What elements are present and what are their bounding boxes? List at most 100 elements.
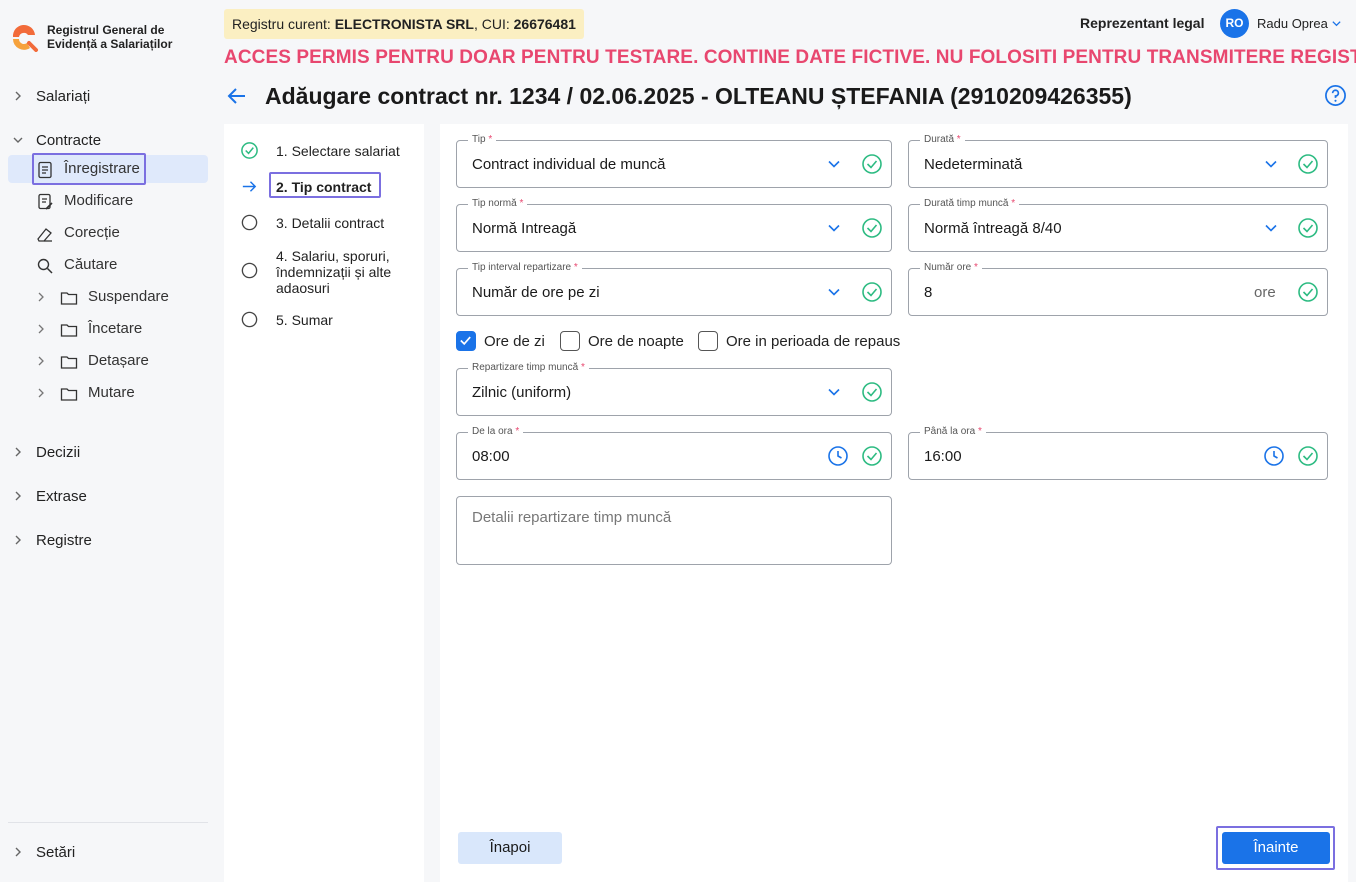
checkbox-label: Ore in perioada de repaus xyxy=(726,333,901,350)
nav-group-label: Extrase xyxy=(36,488,87,505)
clock-icon[interactable] xyxy=(1263,445,1285,467)
check-circle-icon xyxy=(862,218,882,238)
edit-document-icon xyxy=(38,193,53,210)
sidebar: Registrul General de Evidență a Salariaț… xyxy=(0,0,216,882)
user-role: Reprezentant legal xyxy=(1080,15,1205,31)
field-label: Tip normă * xyxy=(468,198,528,210)
durata-select[interactable]: Durată * Nedeterminată xyxy=(908,134,1328,188)
step-label: 2. Tip contract xyxy=(276,179,372,195)
field-value: Normă Intreagă xyxy=(472,220,577,237)
nav-group-label: Registre xyxy=(36,532,92,549)
field-label: Durată * xyxy=(920,134,965,146)
clock-icon[interactable] xyxy=(827,445,849,467)
nav-group-setari[interactable]: Setări xyxy=(0,838,216,868)
checkbox-label: Ore de zi xyxy=(484,333,545,350)
sidebar-item-label: Suspendare xyxy=(88,288,169,305)
sidebar-divider xyxy=(8,822,208,823)
empty-circle-icon xyxy=(241,262,258,279)
folder-icon xyxy=(60,292,78,305)
app-title-line2: Evidență a Salariaților xyxy=(47,37,173,51)
field-value: 8 xyxy=(924,284,933,301)
chevron-right-icon xyxy=(38,356,44,366)
app-title: Registrul General de Evidență a Salariaț… xyxy=(47,23,172,51)
app-logo[interactable]: Registrul General de Evidență a Salariaț… xyxy=(10,22,210,58)
checkbox-box[interactable] xyxy=(560,331,580,351)
nav-group-decizii[interactable]: Decizii xyxy=(0,438,216,468)
step-label: 5. Sumar xyxy=(276,312,333,328)
detalii-repartizare-textarea[interactable]: Detalii repartizare timp muncă xyxy=(456,496,892,565)
back-button[interactable]: Înapoi xyxy=(458,832,562,864)
chevron-down-icon[interactable] xyxy=(827,385,841,399)
field-value: 16:00 xyxy=(924,448,962,465)
page-title: Adăugare contract nr. 1234 / 02.06.2025 … xyxy=(265,83,1132,109)
logo-icon xyxy=(12,24,38,52)
sidebar-item-modificare[interactable]: Modificare xyxy=(8,187,208,215)
textarea-placeholder: Detalii repartizare timp muncă xyxy=(472,509,672,526)
field-label: Număr ore * xyxy=(920,262,982,274)
contract-form: Tip * Contract individual de muncă Durat… xyxy=(440,124,1348,882)
durata-timp-munca-select[interactable]: Durată timp muncă * Normă întreagă 8/40 xyxy=(908,198,1328,252)
repartizare-select[interactable]: Repartizare timp muncă * Zilnic (uniform… xyxy=(456,362,892,416)
chevron-down-icon[interactable] xyxy=(827,157,841,171)
tip-norma-select[interactable]: Tip normă * Normă Intreagă xyxy=(456,198,892,252)
eraser-icon xyxy=(37,228,52,242)
help-icon[interactable] xyxy=(1324,84,1347,107)
search-icon xyxy=(37,258,53,274)
field-value: 08:00 xyxy=(472,448,510,465)
checkmark-icon xyxy=(460,336,471,346)
back-arrow-icon[interactable] xyxy=(226,85,248,107)
checkbox-box[interactable] xyxy=(456,331,476,351)
chevron-down-icon[interactable] xyxy=(1264,157,1278,171)
check-circle-icon xyxy=(1298,218,1318,238)
tip-interval-select[interactable]: Tip interval repartizare * Număr de ore … xyxy=(456,262,892,316)
step-label: 3. Detalii contract xyxy=(276,215,385,231)
field-label: Durată timp muncă * xyxy=(920,198,1020,210)
sidebar-item-corectie[interactable]: Corecție xyxy=(8,219,208,247)
next-button[interactable]: Înainte xyxy=(1222,832,1330,864)
sidebar-item-label: Înregistrare xyxy=(64,160,140,177)
chevron-down-icon[interactable] xyxy=(1331,18,1342,29)
arrow-right-icon xyxy=(242,181,257,192)
check-circle-icon xyxy=(862,446,882,466)
step-label-line2: îndemnizații și alte xyxy=(276,264,392,280)
current-registry-badge: Registru curent: ELECTRONISTA SRL, CUI: … xyxy=(224,9,584,39)
sidebar-item-inregistrare[interactable]: Înregistrare xyxy=(8,155,208,183)
step-label: 4. Salariu, sporuri, îndemnizații și alt… xyxy=(276,248,391,296)
checkbox-box[interactable] xyxy=(698,331,718,351)
nav-group-registre[interactable]: Registre xyxy=(0,526,216,556)
sidebar-item-incetare[interactable]: Încetare xyxy=(8,315,208,343)
sidebar-item-detasare[interactable]: Detașare xyxy=(8,347,208,375)
field-value: Zilnic (uniform) xyxy=(472,384,572,401)
user-menu-name[interactable]: Radu Oprea xyxy=(1257,16,1328,31)
checkbox-label: Ore de noapte xyxy=(588,333,684,350)
chevron-right-icon xyxy=(15,447,21,457)
step-label-line3: adaosuri xyxy=(276,280,330,296)
chevron-right-icon xyxy=(15,847,21,857)
chevron-down-icon xyxy=(13,137,23,143)
avatar[interactable]: RO xyxy=(1220,9,1249,38)
chevron-down-icon[interactable] xyxy=(827,221,841,235)
field-value: Normă întreagă 8/40 xyxy=(924,220,1062,237)
field-value: Număr de ore pe zi xyxy=(472,284,600,301)
sidebar-item-mutare[interactable]: Mutare xyxy=(8,379,208,407)
tip-select[interactable]: Tip * Contract individual de muncă xyxy=(456,134,892,188)
chevron-right-icon xyxy=(15,91,21,101)
sidebar-item-cautare[interactable]: Căutare xyxy=(8,251,208,279)
chevron-down-icon[interactable] xyxy=(827,285,841,299)
pana-la-ora-input[interactable]: Până la ora * 16:00 xyxy=(908,426,1328,480)
numar-ore-input[interactable]: Număr ore * 8 ore xyxy=(908,262,1328,316)
chevron-down-icon[interactable] xyxy=(1264,221,1278,235)
nav-group-label: Contracte xyxy=(36,132,102,149)
sidebar-item-label: Căutare xyxy=(64,256,118,273)
nav-group-salariati[interactable]: Salariați xyxy=(0,82,216,112)
sidebar-item-suspendare[interactable]: Suspendare xyxy=(8,283,208,311)
field-label: Tip interval repartizare * xyxy=(468,262,582,274)
field-label: De la ora * xyxy=(468,426,524,438)
sidebar-item-label: Modificare xyxy=(64,192,134,209)
nav-group-contracte[interactable]: Contracte xyxy=(0,126,216,156)
empty-circle-icon xyxy=(241,311,258,328)
nav-group-extrase[interactable]: Extrase xyxy=(0,482,216,512)
registry-prefix: Registru curent: xyxy=(232,16,335,32)
de-la-ora-input[interactable]: De la ora * 08:00 xyxy=(456,426,892,480)
nav-group-label: Salariați xyxy=(36,88,91,105)
